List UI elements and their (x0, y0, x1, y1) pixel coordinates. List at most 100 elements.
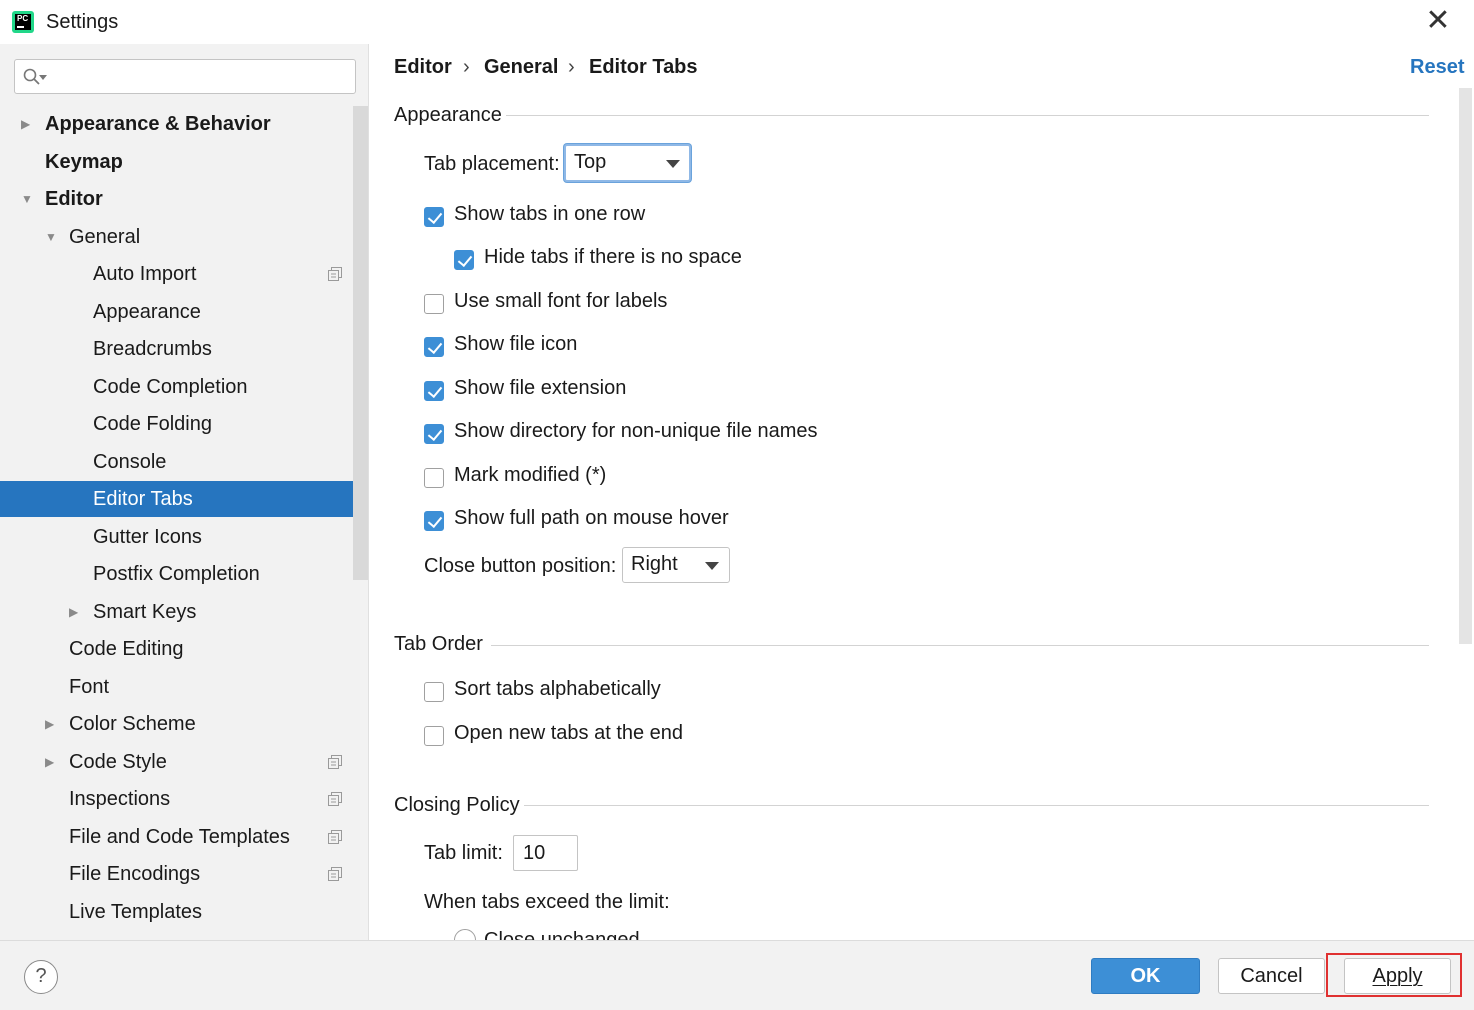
sidebar-item[interactable]: Gutter Icons (0, 519, 353, 555)
tab-placement-dropdown[interactable]: Top (564, 144, 691, 182)
search-input[interactable] (53, 64, 343, 90)
main-scrollbar[interactable] (1459, 88, 1472, 644)
checkbox[interactable] (424, 207, 444, 227)
pycharm-logo-icon: PC (12, 11, 34, 33)
search-box[interactable] (14, 59, 356, 94)
checkbox[interactable] (424, 511, 444, 531)
checkbox-label[interactable]: Show file extension (454, 377, 626, 400)
expand-right-icon[interactable]: ▶ (45, 706, 59, 742)
expand-down-icon[interactable]: ▼ (45, 219, 59, 255)
sidebar-item-label: Editor (45, 188, 103, 210)
title-bar: PC Settings ✕ (0, 0, 1474, 44)
breadcrumb-separator: › (463, 56, 470, 78)
section-divider (506, 115, 1429, 116)
sidebar-item-label: Editor Tabs (93, 488, 193, 510)
breadcrumb-editor[interactable]: Editor (394, 56, 452, 79)
checkbox[interactable] (424, 424, 444, 444)
appearance-section-title: Appearance (394, 104, 502, 126)
sidebar-item-label: Appearance (93, 301, 201, 323)
sidebar-item[interactable]: Auto Import (0, 256, 353, 292)
chevron-down-icon (666, 160, 680, 168)
expand-down-icon[interactable]: ▼ (21, 181, 35, 217)
tab-order-section-title: Tab Order (394, 633, 483, 655)
checkbox-label[interactable]: Mark modified (*) (454, 464, 606, 487)
close-button-position-dropdown[interactable]: Right (622, 547, 730, 583)
sidebar-item[interactable]: Code Folding (0, 406, 353, 442)
sidebar-item[interactable]: Keymap (0, 144, 353, 180)
checkbox-label[interactable]: Show directory for non-unique file names (454, 420, 818, 443)
reset-link[interactable]: Reset (1410, 56, 1464, 79)
apply-label: Apply (1372, 965, 1423, 987)
checkbox[interactable] (424, 337, 444, 357)
sidebar-item[interactable]: Editor Tabs (0, 481, 368, 517)
sidebar-item-label: Gutter Icons (93, 526, 202, 548)
checkbox-label[interactable]: Show tabs in one row (454, 203, 645, 226)
sidebar-item[interactable]: Appearance (0, 294, 353, 330)
expand-right-icon[interactable]: ▶ (69, 594, 83, 630)
sidebar-item-label: Auto Import (93, 263, 197, 285)
exceed-limit-label: When tabs exceed the limit: (424, 891, 670, 913)
checkbox[interactable] (424, 726, 444, 746)
sidebar-item[interactable]: Code Editing (0, 631, 353, 667)
checkbox[interactable] (424, 381, 444, 401)
sidebar-item[interactable]: Font (0, 669, 353, 705)
apply-button[interactable]: Apply (1344, 958, 1451, 994)
checkbox-label[interactable]: Sort tabs alphabetically (454, 678, 661, 701)
checkbox[interactable] (424, 294, 444, 314)
checkbox-label[interactable]: Open new tabs at the end (454, 722, 683, 745)
closing-policy-section-title: Closing Policy (394, 794, 520, 816)
cancel-button[interactable]: Cancel (1218, 958, 1325, 994)
sidebar-item[interactable]: ▶ Color Scheme (0, 706, 353, 742)
sidebar-item[interactable]: Inspections (0, 781, 353, 817)
checkbox-label[interactable]: Show full path on mouse hover (454, 507, 729, 530)
sidebar-item[interactable]: Live Templates (0, 894, 353, 930)
sidebar-item[interactable]: Console (0, 444, 353, 480)
sidebar-item[interactable]: Code Completion (0, 369, 353, 405)
sidebar-item[interactable]: File Encodings (0, 856, 353, 892)
sidebar-item[interactable]: ▶ Code Style (0, 744, 353, 780)
checkbox-label[interactable]: Hide tabs if there is no space (484, 246, 742, 269)
sidebar-item[interactable]: ▼ General (0, 219, 353, 255)
close-unchanged-label: Close unchanged (484, 929, 640, 940)
close-button-position-label: Close button position: (424, 555, 617, 577)
sidebar-item-label: Color Scheme (69, 713, 196, 735)
checkbox-label[interactable]: Show file icon (454, 333, 577, 356)
project-settings-icon (328, 867, 342, 881)
settings-sidebar: ▶ Appearance & Behavior Keymap ▼ Editor ▼ Gene… (0, 44, 368, 940)
help-button[interactable]: ? (24, 960, 58, 994)
breadcrumb-editor-tabs: Editor Tabs (589, 56, 698, 78)
project-settings-icon (328, 792, 342, 806)
checkbox[interactable] (454, 250, 474, 270)
clipped-row: Close unchanged (369, 924, 1459, 940)
checkbox[interactable] (424, 682, 444, 702)
expand-right-icon[interactable]: ▶ (21, 106, 35, 142)
close-button-position-value: Right (631, 553, 678, 575)
chevron-down-icon (705, 562, 719, 570)
sidebar-item[interactable]: ▼ Editor (0, 181, 353, 217)
expand-right-icon[interactable]: ▶ (45, 744, 59, 780)
sidebar-item-label: Live Templates (69, 901, 203, 923)
sidebar-item[interactable]: ▶ Appearance & Behavior (0, 106, 353, 142)
sidebar-item-label: File and Code Templates (69, 826, 290, 848)
sidebar-item-label: General (69, 226, 141, 248)
breadcrumb-separator: › (568, 56, 575, 78)
sidebar-item-label: Keymap (45, 151, 123, 173)
tab-limit-input[interactable]: 10 (513, 835, 578, 871)
close-unchanged-radio[interactable] (454, 929, 476, 940)
sidebar-item-label: Code Completion (93, 376, 248, 398)
sidebar-item[interactable]: Postfix Completion (0, 556, 353, 592)
ok-button[interactable]: OK (1091, 958, 1200, 994)
sidebar-item[interactable]: File and Code Templates (0, 819, 353, 855)
sidebar-item[interactable]: ▶ Smart Keys (0, 594, 353, 630)
checkbox[interactable] (424, 468, 444, 488)
sidebar-item-label: Inspections (69, 788, 171, 810)
sidebar-item-label: Breadcrumbs (93, 338, 212, 360)
sidebar-item[interactable]: Breadcrumbs (0, 331, 353, 367)
close-icon[interactable]: ✕ (1424, 6, 1452, 36)
breadcrumb-general[interactable]: General (484, 56, 558, 79)
checkbox-label[interactable]: Use small font for labels (454, 290, 667, 313)
sidebar-item-label: Code Editing (69, 638, 184, 660)
sidebar-scrollbar[interactable] (353, 106, 368, 580)
sidebar-item-label: Console (93, 451, 167, 473)
project-settings-icon (328, 755, 342, 769)
